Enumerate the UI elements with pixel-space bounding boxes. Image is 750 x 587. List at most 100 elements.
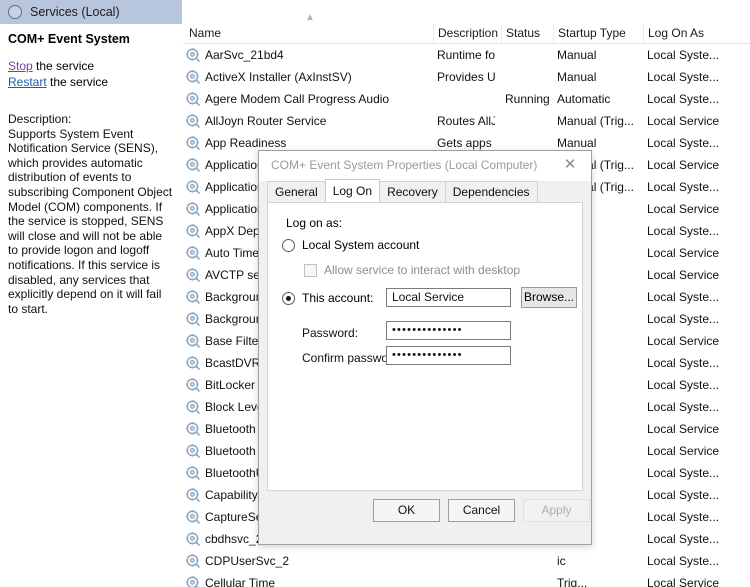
column-header-status[interactable]: Status [501, 24, 553, 44]
stop-service-link[interactable]: Stop [8, 59, 33, 73]
service-description-block: Description: Supports System Event Notif… [8, 112, 174, 316]
cell-description [433, 88, 495, 110]
allow-interact-desktop-option[interactable]: Allow service to interact with desktop [304, 263, 520, 277]
cell-log-on-as: Local Syste... [647, 136, 720, 150]
tab-recovery[interactable]: Recovery [379, 181, 446, 202]
restart-service-suffix: the service [46, 75, 109, 89]
password-label: Password: [302, 326, 359, 340]
cell-service-name: ActiveX Installer (AxInstSV) [205, 70, 352, 84]
confirm-password-input[interactable]: •••••••••••••• [386, 346, 511, 365]
cell-service-name: Agere Modem Call Progress Audio [205, 92, 390, 106]
cell-log-on-as: Local Syste... [647, 466, 720, 480]
dialog-titlebar: COM+ Event System Properties (Local Comp… [259, 151, 591, 181]
table-row[interactable]: Agere Modem Call Progress Audio Running Au… [183, 88, 750, 110]
cell-log-on-as: Local Service [647, 576, 720, 587]
table-row[interactable]: AarSvc_21bd4 Runtime for... Manual Local Sy… [183, 44, 750, 66]
restart-service-action: Restart the service [8, 75, 174, 90]
cell-startup-type: Manual (Trig... [557, 114, 634, 128]
cell-status [501, 550, 553, 572]
cell-description [433, 572, 495, 587]
cell-startup-type: Manual [557, 48, 597, 62]
table-row[interactable]: AllJoyn Router Service Routes AllJo... Man… [183, 110, 750, 132]
browse-button[interactable]: Browse... [521, 287, 577, 308]
left-pane-titlebar: Services (Local) [0, 0, 182, 24]
list-top-strip [183, 0, 750, 10]
cancel-button[interactable]: Cancel [448, 499, 515, 522]
dialog-tabs: General Log On Recovery Dependencies [267, 179, 583, 202]
apply-button: Apply [523, 499, 590, 522]
column-header-name[interactable]: Name [185, 24, 431, 44]
services-window: Services (Local) COM+ Event System Stop … [0, 0, 750, 587]
cell-log-on-as: Local Syste... [647, 48, 720, 62]
local-system-account-radio[interactable] [282, 238, 295, 252]
column-header-log-on-as[interactable]: Log On As [643, 24, 748, 44]
restart-service-link[interactable]: Restart [8, 75, 47, 89]
cell-status [501, 44, 553, 66]
allow-interact-desktop-label: Allow service to interact with desktop [324, 263, 521, 277]
cell-service-name: Cellular Time [205, 576, 276, 587]
cell-log-on-as: Local Syste... [647, 510, 720, 524]
cell-status [501, 110, 553, 132]
table-row[interactable]: CDPUserSvc_2 ic Local Syste... [183, 550, 750, 572]
this-account-radio[interactable] [282, 291, 295, 305]
table-row[interactable]: Cellular Time Trig... Local Service [183, 572, 750, 587]
cell-log-on-as: Local Syste... [647, 554, 720, 568]
cell-log-on-as: Local Syste... [647, 70, 720, 84]
cell-log-on-as: Local Syste... [647, 378, 720, 392]
cell-status [501, 66, 553, 88]
cell-description [433, 550, 495, 572]
column-header-description[interactable]: Description [433, 24, 501, 44]
left-details-pane: Services (Local) COM+ Event System Stop … [0, 0, 182, 587]
stop-service-action: Stop the service [8, 59, 174, 74]
cell-log-on-as: Local Syste... [647, 400, 720, 414]
selected-service-name: COM+ Event System [8, 32, 130, 46]
cell-log-on-as: Local Syste... [647, 180, 720, 194]
sort-ascending-icon: ▲ [305, 12, 315, 23]
cell-log-on-as: Local Service [647, 268, 720, 282]
cell-log-on-as: Local Syste... [647, 224, 720, 238]
cell-log-on-as: Local Syste... [647, 92, 720, 106]
service-properties-dialog: COM+ Event System Properties (Local Comp… [258, 150, 592, 545]
close-icon[interactable]: ✕ [553, 153, 587, 177]
cell-log-on-as: Local Service [647, 334, 720, 348]
cell-startup-type: Automatic [557, 92, 611, 106]
cell-log-on-as: Local Syste... [647, 356, 720, 370]
cell-log-on-as: Local Service [647, 114, 720, 128]
cell-description: Provides Us... [437, 70, 495, 84]
tab-general[interactable]: General [267, 181, 326, 202]
cell-description: Routes AllJo... [437, 114, 495, 128]
log-on-as-label: Log on as: [286, 216, 343, 230]
dialog-title: COM+ Event System Properties (Local Comp… [271, 158, 538, 172]
this-account-label: This account: [302, 291, 374, 305]
local-system-account-label: Local System account [302, 238, 420, 252]
cell-log-on-as: Local Service [647, 422, 720, 436]
this-account-option[interactable]: This account: [282, 291, 373, 305]
cell-status: Running [505, 92, 550, 106]
log-on-tab-panel: Log on as: Local System account Allow se… [267, 202, 583, 491]
password-input[interactable]: •••••••••••••• [386, 321, 511, 340]
cell-log-on-as: Local Syste... [647, 532, 720, 546]
tab-log-on[interactable]: Log On [324, 179, 381, 202]
left-pane-body: COM+ Event System Stop the service Resta… [0, 24, 182, 587]
stop-service-suffix: the service [32, 59, 95, 73]
cell-service-name: CDPUserSvc_2 [205, 554, 290, 568]
cell-description: Runtime for... [437, 48, 495, 62]
cell-service-name: AllJoyn Router Service [205, 114, 327, 128]
cell-log-on-as: Local Syste... [647, 312, 720, 326]
column-header-startup-type[interactable]: Startup Type [553, 24, 643, 44]
cell-status [501, 572, 553, 587]
cell-log-on-as: Local Syste... [647, 488, 720, 502]
list-column-headers: Name Description Status Startup Type Log… [183, 24, 750, 44]
local-system-account-option[interactable]: Local System account [282, 238, 419, 252]
allow-interact-desktop-checkbox[interactable] [304, 263, 317, 277]
left-pane-title: Services (Local) [30, 5, 120, 19]
account-name-input[interactable]: Local Service [386, 288, 511, 307]
cell-log-on-as: Local Service [647, 202, 720, 216]
cell-startup-type: Trig... [557, 576, 588, 587]
ok-button[interactable]: OK [373, 499, 440, 522]
table-row[interactable]: ActiveX Installer (AxInstSV) Provides Us.… [183, 66, 750, 88]
services-circle-icon [8, 5, 22, 19]
description-label: Description: [8, 112, 72, 126]
cell-log-on-as: Local Service [647, 444, 720, 458]
tab-dependencies[interactable]: Dependencies [444, 181, 538, 202]
